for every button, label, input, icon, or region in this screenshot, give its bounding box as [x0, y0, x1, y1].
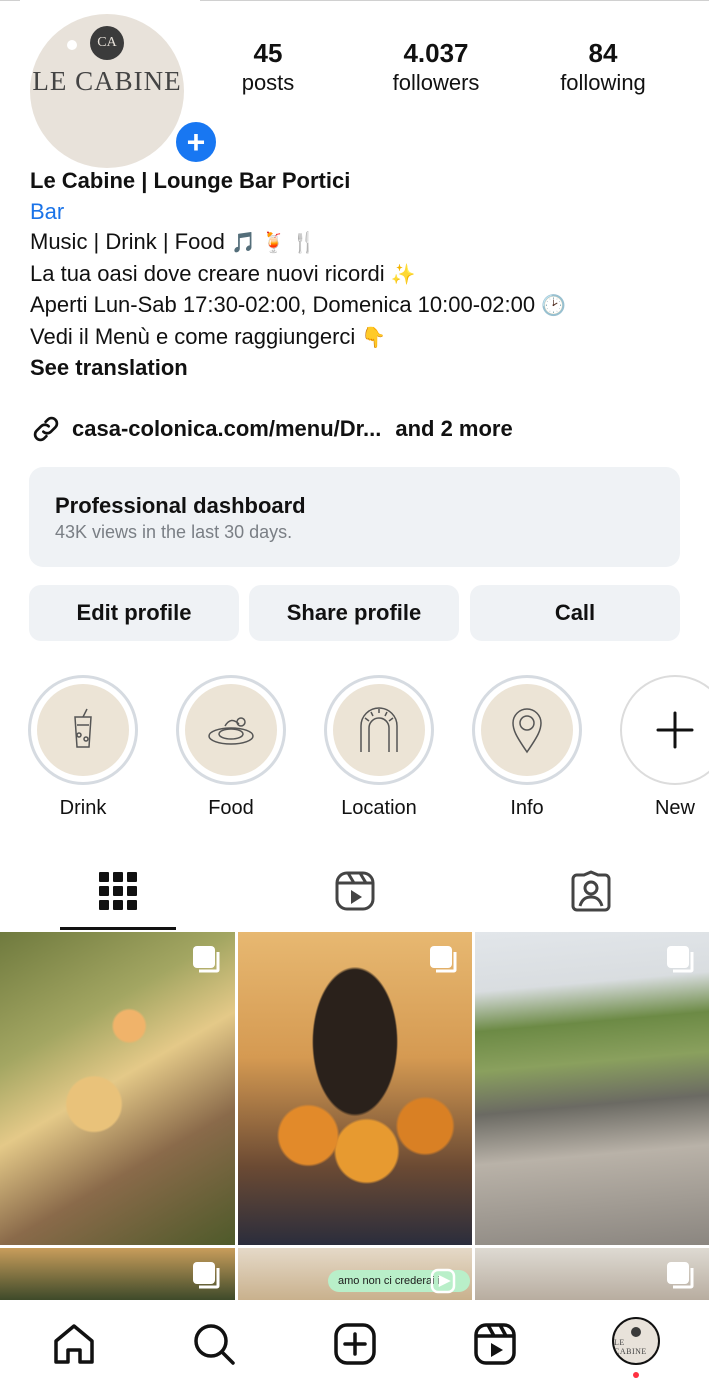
arch-icon — [360, 707, 398, 752]
multiple-posts-icon — [430, 946, 457, 973]
highlight-ring — [28, 675, 138, 785]
avatar-logo-badge — [631, 1326, 641, 1337]
profile-display-name: Le Cabine | Lounge Bar Portici — [30, 168, 351, 193]
reels-icon — [335, 871, 375, 911]
posts-stat[interactable]: 45 posts — [218, 38, 318, 98]
link-more[interactable]: and 2 more — [395, 416, 512, 442]
nav-profile-avatar[interactable]: LE CABINE — [612, 1317, 660, 1365]
highlight-label: Drink — [59, 797, 107, 819]
following-count: 84 — [588, 38, 618, 68]
followers-label: followers — [392, 70, 480, 95]
clock-emoji: 🕑 — [541, 295, 567, 317]
highlight-cover — [333, 684, 425, 776]
plus-icon — [656, 711, 694, 749]
highlight-label: Info — [510, 797, 544, 819]
nav-home[interactable] — [50, 1320, 98, 1368]
pointing-down-emoji: 👇 — [361, 326, 387, 349]
highlight-ring — [472, 675, 582, 785]
bio-line-2: La tua oasi dove creare nuovi ricordi ✨ — [30, 260, 416, 286]
link-url[interactable]: casa-colonica.com/menu/Dr... — [72, 416, 381, 442]
post-thumbnail[interactable] — [0, 932, 235, 1245]
highlight-label: Location — [341, 797, 417, 819]
active-tab-indicator — [60, 927, 176, 930]
highlight-location[interactable]: Location — [321, 675, 437, 820]
nav-reels[interactable] — [471, 1320, 519, 1368]
edit-profile-button[interactable]: Edit profile — [29, 585, 239, 641]
nav-create[interactable] — [331, 1320, 379, 1368]
avatar-logo-badge: CA — [90, 26, 124, 60]
posts-count: 45 — [253, 38, 283, 68]
multiple-posts-icon — [667, 1262, 694, 1289]
reel-icon — [430, 1268, 456, 1294]
dashboard-title: Professional dashboard — [55, 493, 306, 518]
highlight-label: Food — [208, 797, 254, 819]
bio-line-3: Aperti Lun-Sab 17:30-02:00, Domenica 10:… — [30, 292, 567, 317]
followers-stat[interactable]: 4.037 followers — [376, 38, 496, 98]
bio-line-1: Music | Drink | Food 🎵 🍹 🍴 — [30, 229, 317, 254]
profile-avatar[interactable]: CA LE CABINE — [30, 14, 184, 168]
post-thumbnail[interactable] — [475, 1248, 709, 1300]
music-drink-food-emoji: 🎵 🍹 🍴 — [230, 232, 317, 254]
avatar-dot — [67, 40, 77, 50]
post-thumbnail[interactable] — [238, 932, 472, 1245]
see-translation-link[interactable]: See translation — [30, 353, 690, 384]
cocktail-icon — [74, 708, 92, 748]
bottom-navigation: LE CABINE — [0, 1300, 709, 1400]
highlight-cover — [185, 684, 277, 776]
tab-grid[interactable] — [88, 868, 148, 914]
plus-icon: + — [186, 124, 206, 160]
tagged-icon — [571, 870, 611, 912]
dashboard-subtitle: 43K views in the last 30 days. — [55, 522, 293, 542]
notification-dot — [633, 1372, 639, 1378]
multiple-posts-icon — [193, 1262, 220, 1289]
reels-icon — [474, 1323, 516, 1365]
create-icon — [334, 1323, 376, 1365]
following-stat[interactable]: 84 following — [548, 38, 658, 98]
avatar-brand-name: LE CABINE — [32, 66, 182, 96]
home-icon — [54, 1324, 94, 1364]
avatar-brand-name: LE CABINE — [614, 1337, 647, 1356]
highlight-ring — [324, 675, 434, 785]
sparkles-emoji: ✨ — [390, 263, 416, 286]
multiple-posts-icon — [667, 946, 694, 973]
add-story-button[interactable]: + — [172, 118, 220, 166]
post-thumbnail[interactable] — [475, 932, 709, 1245]
following-label: following — [560, 70, 646, 95]
location-pin-icon — [512, 708, 542, 754]
highlight-cover — [37, 684, 129, 776]
profile-avatar-area[interactable]: CA LE CABINE + — [30, 14, 220, 168]
highlight-info[interactable]: Info — [469, 675, 585, 820]
grid-icon — [99, 872, 137, 910]
multiple-posts-icon — [193, 946, 220, 973]
highlight-ring — [620, 675, 709, 785]
link-icon — [33, 416, 59, 442]
tab-tagged[interactable] — [561, 868, 621, 914]
avatar-crop — [20, 0, 200, 4]
tab-reels[interactable] — [325, 868, 385, 914]
followers-count: 4.037 — [403, 38, 469, 68]
profile-bio: Le Cabine | Lounge Bar Portici Bar Music… — [30, 166, 690, 384]
search-icon — [194, 1324, 235, 1365]
profile-category[interactable]: Bar — [30, 197, 690, 228]
highlight-new[interactable]: New — [617, 675, 709, 820]
highlight-ring — [176, 675, 286, 785]
external-links[interactable]: casa-colonica.com/menu/Dr... and 2 more — [30, 412, 513, 446]
share-profile-button[interactable]: Share profile — [249, 585, 459, 641]
highlight-food[interactable]: Food — [173, 675, 289, 820]
post-thumbnail[interactable]: amo non ci crederai i — [238, 1248, 472, 1300]
posts-label: posts — [241, 70, 295, 95]
professional-dashboard[interactable]: Professional dashboard 43K views in the … — [29, 467, 680, 567]
post-thumbnail[interactable] — [0, 1248, 235, 1300]
food-plate-icon — [208, 717, 254, 745]
highlight-cover — [481, 684, 573, 776]
call-button[interactable]: Call — [470, 585, 680, 641]
highlight-label: New — [654, 797, 695, 819]
bio-line-4: Vedi il Menù e come raggiungerci 👇 — [30, 323, 387, 349]
nav-search[interactable] — [190, 1320, 238, 1368]
highlight-drink[interactable]: Drink — [25, 675, 141, 820]
